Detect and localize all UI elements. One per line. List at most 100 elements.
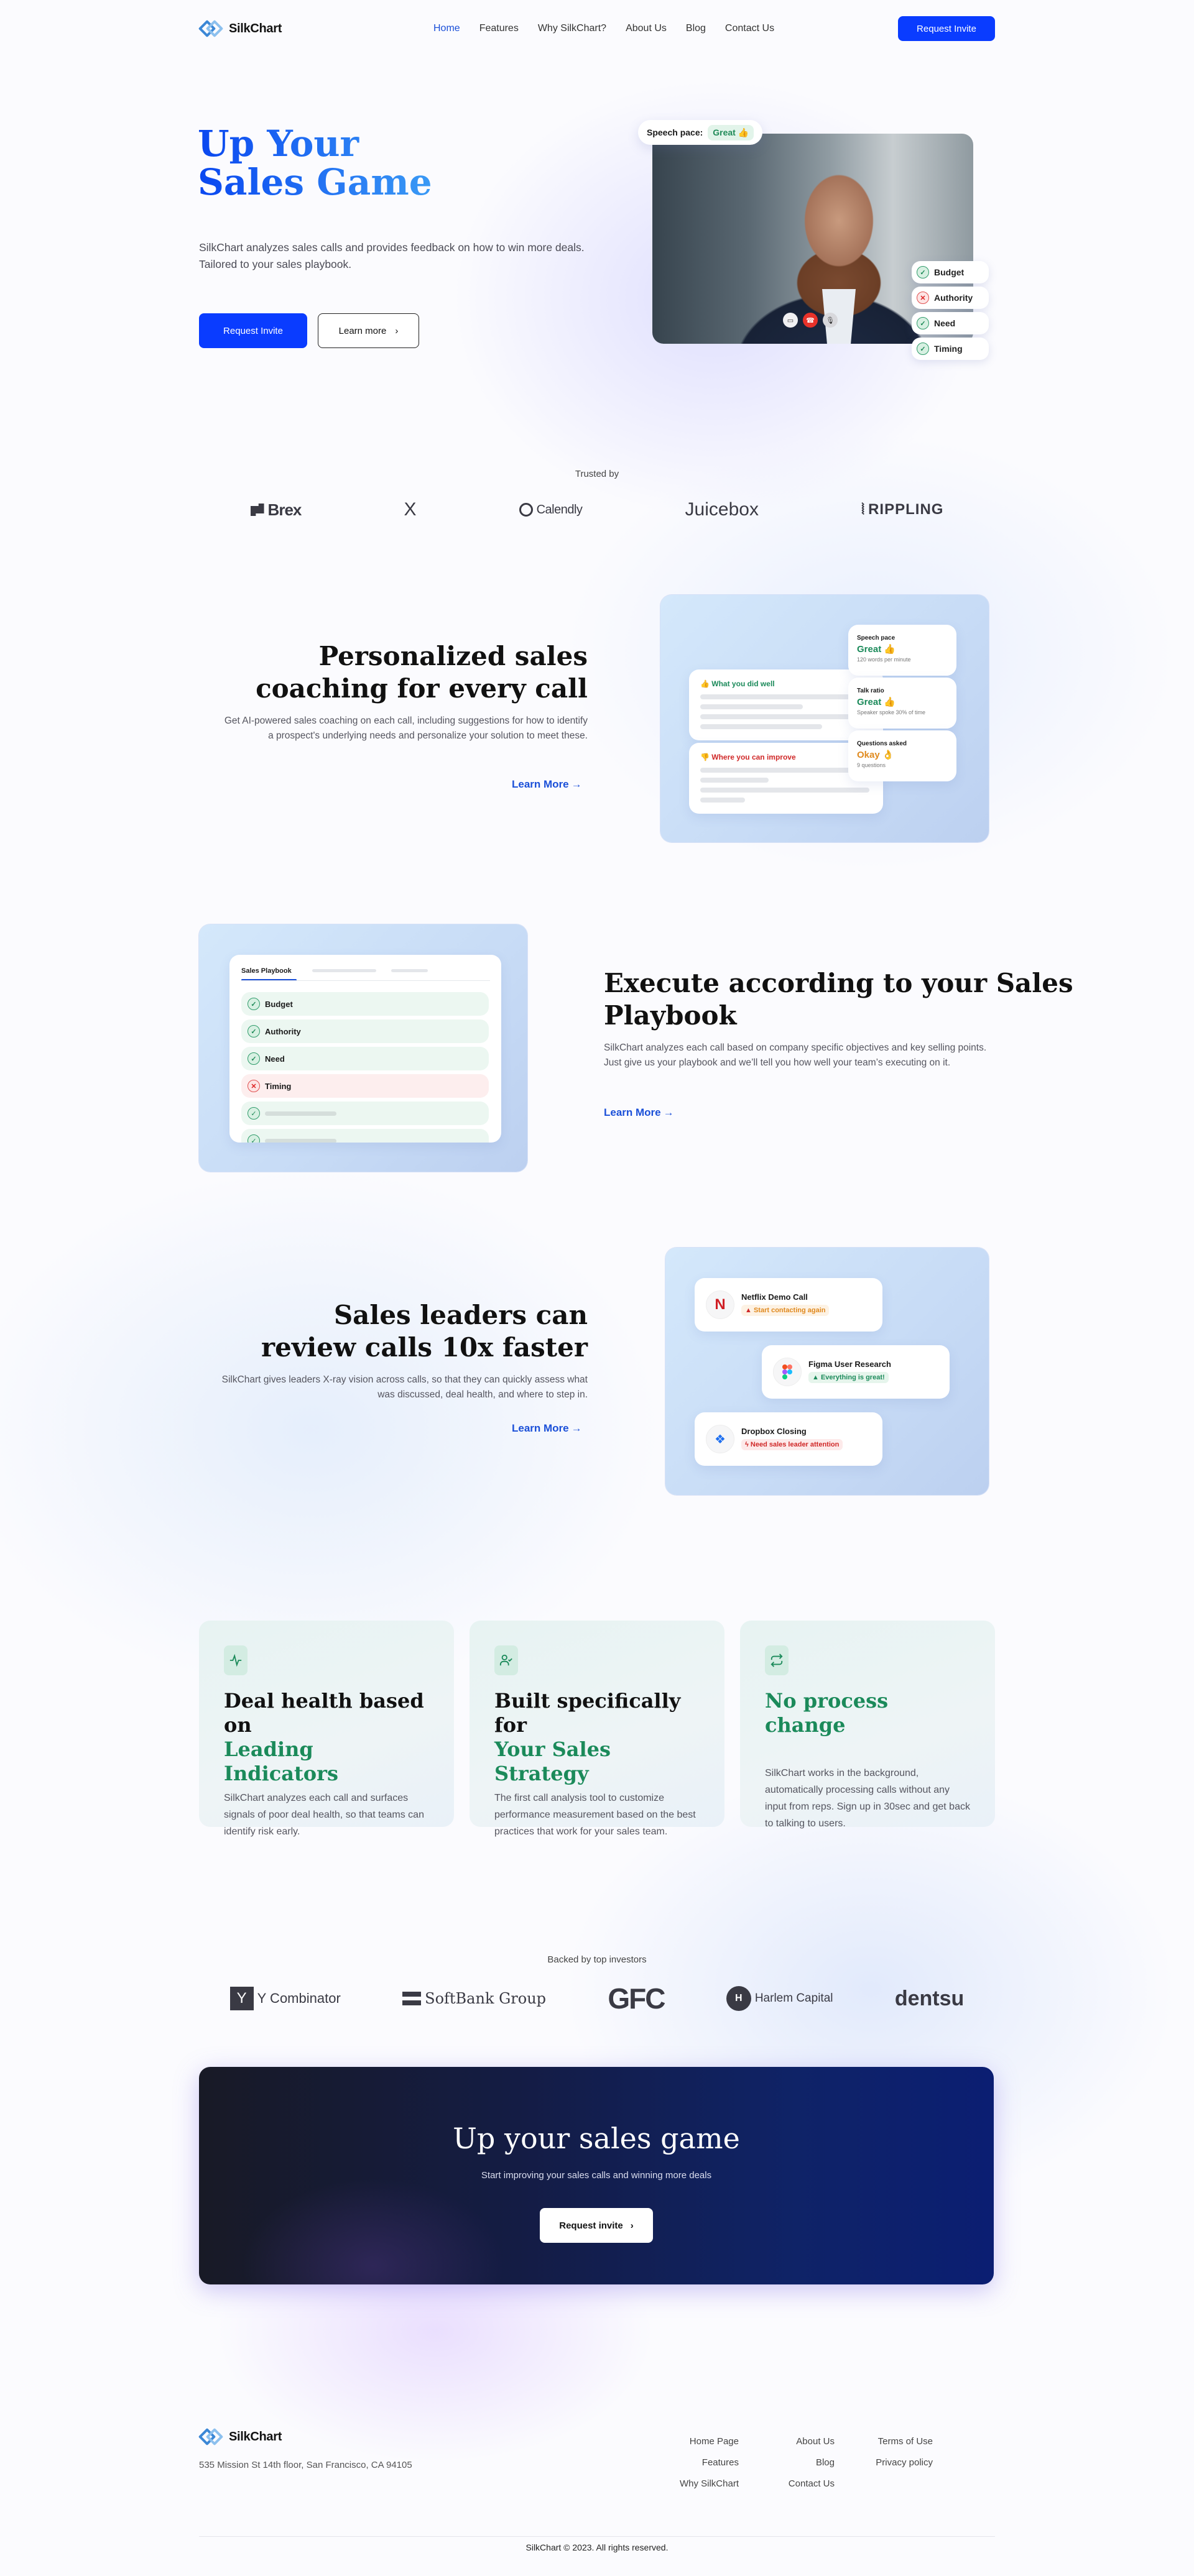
cta-banner: Up your sales game Start improving your … xyxy=(199,2067,994,2284)
bant-label: Budget xyxy=(934,267,965,277)
check-icon: ✓ xyxy=(917,343,929,355)
x-icon: ✕ xyxy=(248,1080,260,1092)
leaders-learn-more-link[interactable]: Learn More → xyxy=(512,1422,582,1435)
footer-link-terms[interactable]: Terms of Use xyxy=(864,2431,933,2452)
footer-divider xyxy=(199,2536,995,2537)
call-card[interactable]: ❖ Dropbox Closing ϟ Need sales leader at… xyxy=(695,1412,882,1466)
benefit-card: Deal health based on Leading Indicators S… xyxy=(199,1621,454,1837)
arrow-right-icon: → xyxy=(571,778,582,790)
did-well-label: 👍 What you did well xyxy=(700,679,775,688)
footer-link-contact-us[interactable]: Contact Us xyxy=(777,2473,835,2495)
hero-title-line1: Up Your xyxy=(198,122,359,165)
nav-features[interactable]: Features xyxy=(479,23,519,34)
coaching-title: Personalized sales coaching for every ca… xyxy=(256,641,588,704)
benefit-title: No process change xyxy=(765,1689,889,1737)
playbook-card: Sales Playbook ✓ Budget ✓ Authority ✓ Need … xyxy=(229,955,501,1143)
footer-link-about-us[interactable]: About Us xyxy=(777,2431,835,2452)
call-controls: ▭ ☎ 🎙 xyxy=(783,313,838,328)
trusted-logos: Brex X Calendly Juicebox ⦚ RIPPLING xyxy=(199,497,995,522)
hang-up-icon[interactable]: ☎ xyxy=(803,313,818,328)
rippling-logo-icon: ⦚ xyxy=(861,501,865,518)
bant-need: ✓ Need xyxy=(912,312,989,334)
calendly-logo: Calendly xyxy=(519,503,583,517)
lightning-icon: ϟ xyxy=(745,1441,749,1448)
logo-text: SilkChart xyxy=(229,21,282,35)
improve-label: 👎 Where you can improve xyxy=(700,753,796,761)
microphone-icon[interactable]: 🎙 xyxy=(823,313,838,328)
benefit-card: No process change SilkChart works in the… xyxy=(740,1621,995,1829)
user-check-icon xyxy=(494,1645,518,1675)
status-badge: ▲ Start contacting again xyxy=(741,1305,830,1316)
nav-contact-us[interactable]: Contact Us xyxy=(725,23,774,34)
dropbox-logo-icon: ❖ xyxy=(706,1425,734,1453)
nav-about-us[interactable]: About Us xyxy=(626,23,667,34)
footer-link-why-silkchart[interactable]: Why SilkChart xyxy=(659,2473,739,2495)
playbook-item-placeholder: ✓ xyxy=(241,1102,489,1125)
footer-link-blog[interactable]: Blog xyxy=(777,2452,835,2473)
rippling-logo: ⦚ RIPPLING xyxy=(861,501,944,518)
nav-home[interactable]: Home xyxy=(433,23,460,34)
arrow-right-icon: → xyxy=(663,1106,674,1118)
call-card[interactable]: Figma User Research ▲ Everything is grea… xyxy=(762,1345,950,1399)
footer-link-privacy[interactable]: Privacy policy xyxy=(864,2452,933,2473)
call-card[interactable]: N Netflix Demo Call ▲ Start contacting a… xyxy=(695,1278,882,1332)
chevron-right-icon: › xyxy=(630,2220,634,2231)
hero-learn-more-label: Learn more xyxy=(338,325,387,336)
x-icon: ✕ xyxy=(917,292,929,304)
benefit-text: SilkChart analyzes each call and surface… xyxy=(224,1793,424,1837)
gfc-logo: GFC xyxy=(608,1982,665,2015)
bant-authority: ✕ Authority xyxy=(912,287,989,309)
repeat-arrows-icon xyxy=(765,1645,789,1675)
coaching-description: Get AI-powered sales coaching on each ca… xyxy=(224,715,588,741)
status-badge: ▲ Everything is great! xyxy=(808,1372,889,1383)
trusted-by-label: Trusted by xyxy=(575,469,619,479)
cta-title: Up your sales game xyxy=(453,2122,740,2155)
check-icon: ✓ xyxy=(248,1107,260,1120)
footer-logo[interactable]: SilkChart xyxy=(198,2427,282,2446)
nav-blog[interactable]: Blog xyxy=(686,23,706,34)
logo[interactable]: SilkChart xyxy=(198,19,282,38)
coaching-learn-more-link[interactable]: Learn More → xyxy=(512,778,582,791)
speech-pace-value: Great 👍 xyxy=(708,124,754,140)
hero-title-line2: Sales Game xyxy=(198,161,432,203)
thumbs-up-icon: ▲ xyxy=(812,1374,819,1381)
footer-link-home[interactable]: Home Page xyxy=(659,2431,739,2452)
check-icon: ✓ xyxy=(248,998,260,1010)
nav-request-invite-button[interactable]: Request Invite xyxy=(898,16,995,41)
footer-col-3: Terms of Use Privacy policy xyxy=(864,2431,933,2473)
camera-icon[interactable]: ▭ xyxy=(783,313,798,328)
metric-card: Speech pace Great 👍 120 words per minute xyxy=(848,625,956,676)
arrow-right-icon: → xyxy=(571,1422,582,1434)
playbook-item: ✓ Authority xyxy=(241,1019,489,1043)
figma-logo-icon xyxy=(773,1358,802,1386)
dentsu-logo: dentsu xyxy=(894,1986,965,2010)
benefit-title: Built specifically for Your Sales Strateg… xyxy=(494,1689,681,1785)
silkchart-logo-icon xyxy=(198,2427,224,2446)
playbook-item-placeholder: ✓ xyxy=(241,1129,489,1143)
playbook-item: ✓ Budget xyxy=(241,992,489,1016)
bant-label: Timing xyxy=(934,344,963,354)
investor-logos: YY Combinator SoftBank Group GFC H Harlem… xyxy=(199,1982,995,2015)
nav-why-silkchart[interactable]: Why SilkChart? xyxy=(538,23,606,34)
hero-request-invite-button[interactable]: Request Invite xyxy=(199,313,307,348)
playbook-learn-more-link[interactable]: Learn More → xyxy=(604,1106,674,1119)
tab-sales-playbook[interactable]: Sales Playbook xyxy=(241,967,292,975)
hero-learn-more-button[interactable]: Learn more › xyxy=(318,313,419,348)
cta-request-invite-button[interactable]: Request invite › xyxy=(540,2208,653,2243)
playbook-title: Execute according to your Sales Playbook xyxy=(604,968,1073,1031)
harlem-capital-logo: H Harlem Capital xyxy=(726,1986,833,2011)
softbank-logo-icon xyxy=(402,1992,422,2005)
harlem-capital-logo-icon: H xyxy=(726,1986,751,2011)
activity-pulse-icon xyxy=(224,1645,248,1675)
leaders-description: SilkChart gives leaders X-ray vision acr… xyxy=(221,1374,588,1400)
benefit-title: Deal health based on Leading Indicators xyxy=(224,1689,424,1785)
playbook-item: ✕ Timing xyxy=(241,1074,489,1098)
cta-subtitle: Start improving your sales calls and win… xyxy=(481,2170,712,2181)
footer-col-2: About Us Blog Contact Us xyxy=(777,2431,835,2495)
footer-address: 535 Mission St 14th floor, San Francisco… xyxy=(199,2460,412,2470)
calendly-logo-icon xyxy=(519,503,533,517)
footer-link-features[interactable]: Features xyxy=(659,2452,739,2473)
check-icon: ✓ xyxy=(917,266,929,278)
metric-card: Questions asked Okay 👌 9 questions xyxy=(848,730,956,781)
leaders-illustration: N Netflix Demo Call ▲ Start contacting a… xyxy=(665,1248,989,1495)
